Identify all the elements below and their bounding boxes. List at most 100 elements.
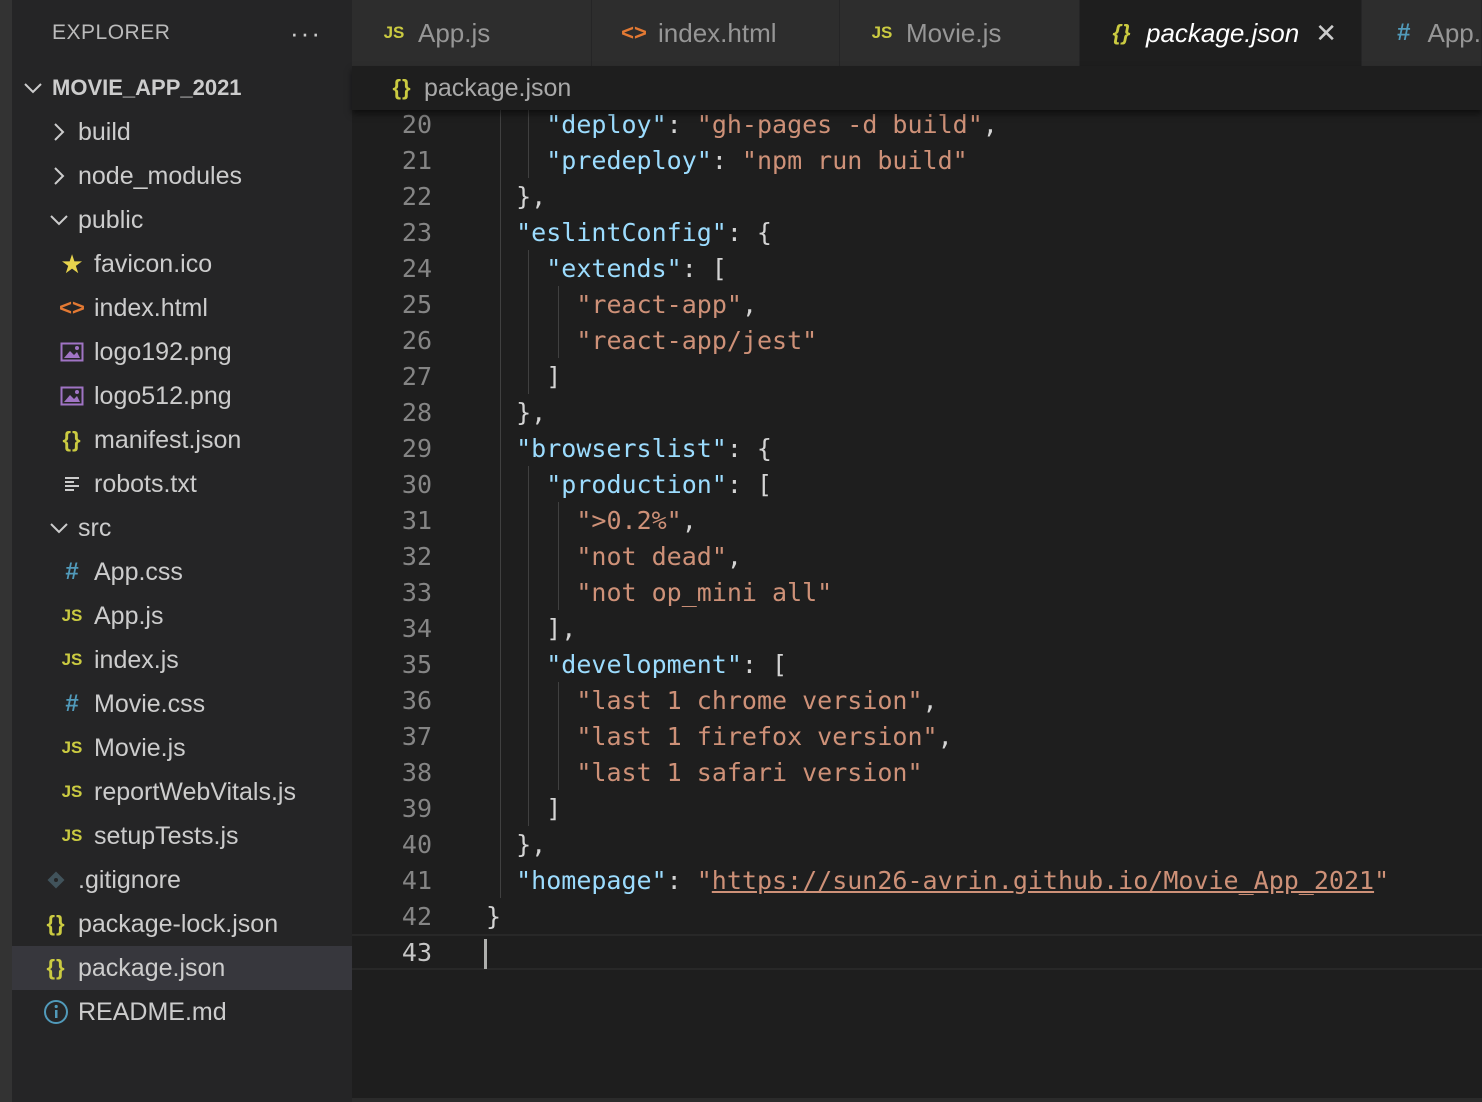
code-text: "production": [ xyxy=(546,470,772,499)
file-item[interactable]: ★ favicon.ico xyxy=(12,242,352,286)
code-line[interactable]: 21 "predeploy": "npm run build" xyxy=(352,142,1482,178)
file-item[interactable]: JS Movie.js xyxy=(12,726,352,770)
folder-item[interactable]: src xyxy=(12,506,352,550)
code-line[interactable]: 42} xyxy=(352,898,1482,934)
file-item[interactable]: JS index.js xyxy=(12,638,352,682)
json-punctuation: : xyxy=(666,109,697,139)
more-actions-icon[interactable]: ··· xyxy=(290,18,322,49)
code-line[interactable]: 26 "react-app/jest" xyxy=(352,322,1482,358)
file-item[interactable]: # App.css xyxy=(12,550,352,594)
tab-app[interactable]: # App. xyxy=(1362,0,1482,66)
code-line[interactable]: 34], xyxy=(352,610,1482,646)
json-punctuation: , xyxy=(681,505,697,535)
json-punctuation: , xyxy=(726,541,742,571)
indent-guide xyxy=(528,538,529,574)
code-line[interactable]: 43 xyxy=(352,934,1482,970)
file-item[interactable]: <> index.html xyxy=(12,286,352,330)
indent-guide xyxy=(558,322,559,358)
tab-app-js[interactable]: JS App.js xyxy=(352,0,592,66)
chevron-right-icon xyxy=(48,121,70,143)
code-line[interactable]: 39] xyxy=(352,790,1482,826)
line-number: 33 xyxy=(401,577,432,607)
code-line[interactable]: 22}, xyxy=(352,178,1482,214)
css-file-icon: # xyxy=(1397,19,1411,46)
code-line[interactable]: 36 "last 1 chrome version", xyxy=(352,682,1482,718)
code-line[interactable]: 29 "browserslist": { xyxy=(352,430,1482,466)
json-string: " xyxy=(696,865,712,895)
json-punctuation: , xyxy=(982,109,998,139)
code-line[interactable]: 37 "last 1 firefox version", xyxy=(352,718,1482,754)
code-editor[interactable]: 20 "deploy": "gh-pages -d build", 21 "prede… xyxy=(352,106,1482,1102)
code-text: "eslintConfig": { xyxy=(516,218,772,247)
code-line[interactable]: 38 "last 1 safari version" xyxy=(352,754,1482,790)
file-item[interactable]: JS setupTests.js xyxy=(12,814,352,858)
indent-guide xyxy=(500,250,501,286)
explorer-sidebar: EXPLORER ··· MOVIE_APP_2021 build node_mod… xyxy=(12,0,352,1102)
indent-guide xyxy=(500,574,501,610)
json-file-icon: {} xyxy=(46,955,66,980)
file-item[interactable]: {} manifest.json xyxy=(12,418,352,462)
json-string: "npm run build" xyxy=(741,145,968,175)
code-line[interactable]: 41 "homepage": "https://sun26-avrin.githu… xyxy=(352,862,1482,898)
breadcrumb[interactable]: {} package.json xyxy=(352,66,1482,110)
json-punctuation: : xyxy=(666,865,697,895)
code-line[interactable]: 23 "eslintConfig": { xyxy=(352,214,1482,250)
git-file-icon xyxy=(42,866,70,894)
folder-item[interactable]: public xyxy=(12,198,352,242)
file-item[interactable]: JS reportWebVitals.js xyxy=(12,770,352,814)
file-item[interactable]: logo512.png xyxy=(12,374,352,418)
image-file-icon xyxy=(58,338,86,366)
code-line[interactable]: 33 "not op_mini all" xyxy=(352,574,1482,610)
file-item[interactable]: README.md xyxy=(12,990,352,1034)
close-icon[interactable]: ✕ xyxy=(1315,18,1337,49)
json-string: "not op_mini all" xyxy=(576,577,833,607)
tab-index-html[interactable]: <> index.html xyxy=(592,0,840,66)
code-line[interactable]: 30 "production": [ xyxy=(352,466,1482,502)
code-line[interactable]: 27] xyxy=(352,358,1482,394)
json-url[interactable]: https://sun26-avrin.github.io/Movie_App_… xyxy=(712,866,1374,895)
indent-guide xyxy=(500,610,501,646)
file-item[interactable]: .gitignore xyxy=(12,858,352,902)
code-line[interactable]: 24 "extends": [ xyxy=(352,250,1482,286)
json-file-icon: {} xyxy=(392,75,412,100)
indent-guide xyxy=(558,538,559,574)
indent-guide xyxy=(558,718,559,754)
folder-item[interactable]: node_modules xyxy=(12,154,352,198)
json-punctuation: : { xyxy=(726,433,772,463)
json-punctuation: ] xyxy=(546,793,562,823)
code-text: "not dead", xyxy=(576,542,742,571)
line-number: 41 xyxy=(401,865,432,895)
chevron-down-icon xyxy=(22,77,44,99)
tab-movie-js[interactable]: JS Movie.js xyxy=(840,0,1080,66)
line-number: 25 xyxy=(401,289,432,319)
file-item[interactable]: logo192.png xyxy=(12,330,352,374)
editor-bottom-border xyxy=(352,1098,1482,1102)
breadcrumb-file[interactable]: package.json xyxy=(424,74,571,103)
code-text: "homepage": "https://sun26-avrin.github.… xyxy=(516,866,1389,895)
indent-guide xyxy=(528,358,529,394)
file-item[interactable]: # Movie.css xyxy=(12,682,352,726)
indent-guide xyxy=(528,322,529,358)
code-line[interactable]: 32 "not dead", xyxy=(352,538,1482,574)
file-item[interactable]: {} package-lock.json xyxy=(12,902,352,946)
code-line[interactable]: 35 "development": [ xyxy=(352,646,1482,682)
folder-item[interactable]: build xyxy=(12,110,352,154)
code-line[interactable]: 25 "react-app", xyxy=(352,286,1482,322)
chevron-right-icon xyxy=(48,165,70,187)
code-line[interactable]: 31 ">0.2%", xyxy=(352,502,1482,538)
code-line[interactable]: 28}, xyxy=(352,394,1482,430)
file-item[interactable]: {} package.json xyxy=(12,946,352,990)
code-line[interactable]: 40}, xyxy=(352,826,1482,862)
indent-guide xyxy=(528,574,529,610)
code-line[interactable]: 20 "deploy": "gh-pages -d build", xyxy=(352,106,1482,142)
line-number: 23 xyxy=(401,217,432,247)
indent-guide xyxy=(528,610,529,646)
file-item[interactable]: JS App.js xyxy=(12,594,352,638)
code-text: "react-app/jest" xyxy=(576,326,817,355)
json-punctuation: } xyxy=(486,901,502,931)
file-item[interactable]: robots.txt xyxy=(12,462,352,506)
tab-package-json[interactable]: {} package.json ✕ xyxy=(1080,0,1362,66)
code-text: }, xyxy=(516,830,546,859)
file-tree: MOVIE_APP_2021 build node_modules public ★ fa… xyxy=(12,66,352,1034)
folder-item[interactable]: MOVIE_APP_2021 xyxy=(12,66,352,110)
